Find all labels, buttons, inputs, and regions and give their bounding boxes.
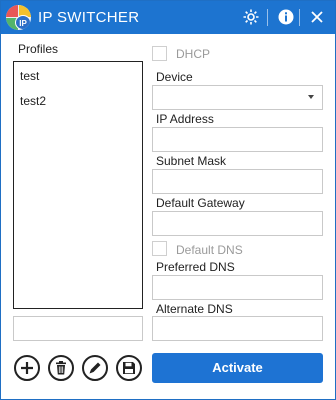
add-profile-button[interactable] [14, 355, 40, 381]
pencil-icon [89, 362, 101, 374]
activate-button[interactable]: Activate [152, 353, 323, 383]
alternate-dns-input[interactable] [152, 316, 323, 341]
title-bar: IP IP SWITCHER [1, 1, 335, 34]
close-icon[interactable] [308, 8, 326, 26]
plus-icon [21, 362, 33, 374]
device-label: Device [156, 70, 193, 84]
chevron-down-icon [308, 95, 314, 99]
default-dns-label: Default DNS [176, 243, 243, 257]
subnet-mask-input[interactable] [152, 169, 323, 194]
ip-address-input[interactable] [152, 127, 323, 152]
app-logo-icon: IP [6, 5, 31, 30]
gear-icon[interactable] [242, 8, 260, 26]
list-item[interactable]: test [20, 69, 39, 83]
save-icon [123, 362, 135, 374]
list-item[interactable]: test2 [20, 94, 46, 108]
profiles-label: Profiles [18, 42, 59, 56]
profile-name-input[interactable] [13, 316, 143, 341]
dhcp-label: DHCP [176, 47, 211, 61]
edit-profile-button[interactable] [82, 355, 108, 381]
preferred-dns-input[interactable] [152, 275, 323, 300]
device-select[interactable] [152, 85, 323, 110]
subnet-mask-label: Subnet Mask [156, 154, 227, 168]
default-gateway-input[interactable] [152, 211, 323, 236]
app-logo-text: IP [15, 15, 31, 30]
titlebar-separator [267, 9, 268, 26]
preferred-dns-label: Preferred DNS [156, 260, 235, 274]
alternate-dns-label: Alternate DNS [156, 302, 233, 316]
default-dns-checkbox[interactable] [152, 241, 167, 256]
save-profile-button[interactable] [116, 355, 142, 381]
profiles-list[interactable]: test test2 [13, 61, 143, 309]
app-title: IP SWITCHER [38, 9, 140, 26]
dhcp-checkbox[interactable] [152, 46, 167, 61]
info-icon[interactable] [277, 8, 295, 26]
main-window: IP IP SWITCHER Profiles test test2 DHCP … [0, 0, 336, 400]
titlebar-separator [299, 9, 300, 26]
ip-address-label: IP Address [156, 112, 214, 126]
delete-profile-button[interactable] [48, 355, 74, 381]
trash-icon [56, 361, 66, 375]
default-gateway-label: Default Gateway [156, 196, 245, 210]
